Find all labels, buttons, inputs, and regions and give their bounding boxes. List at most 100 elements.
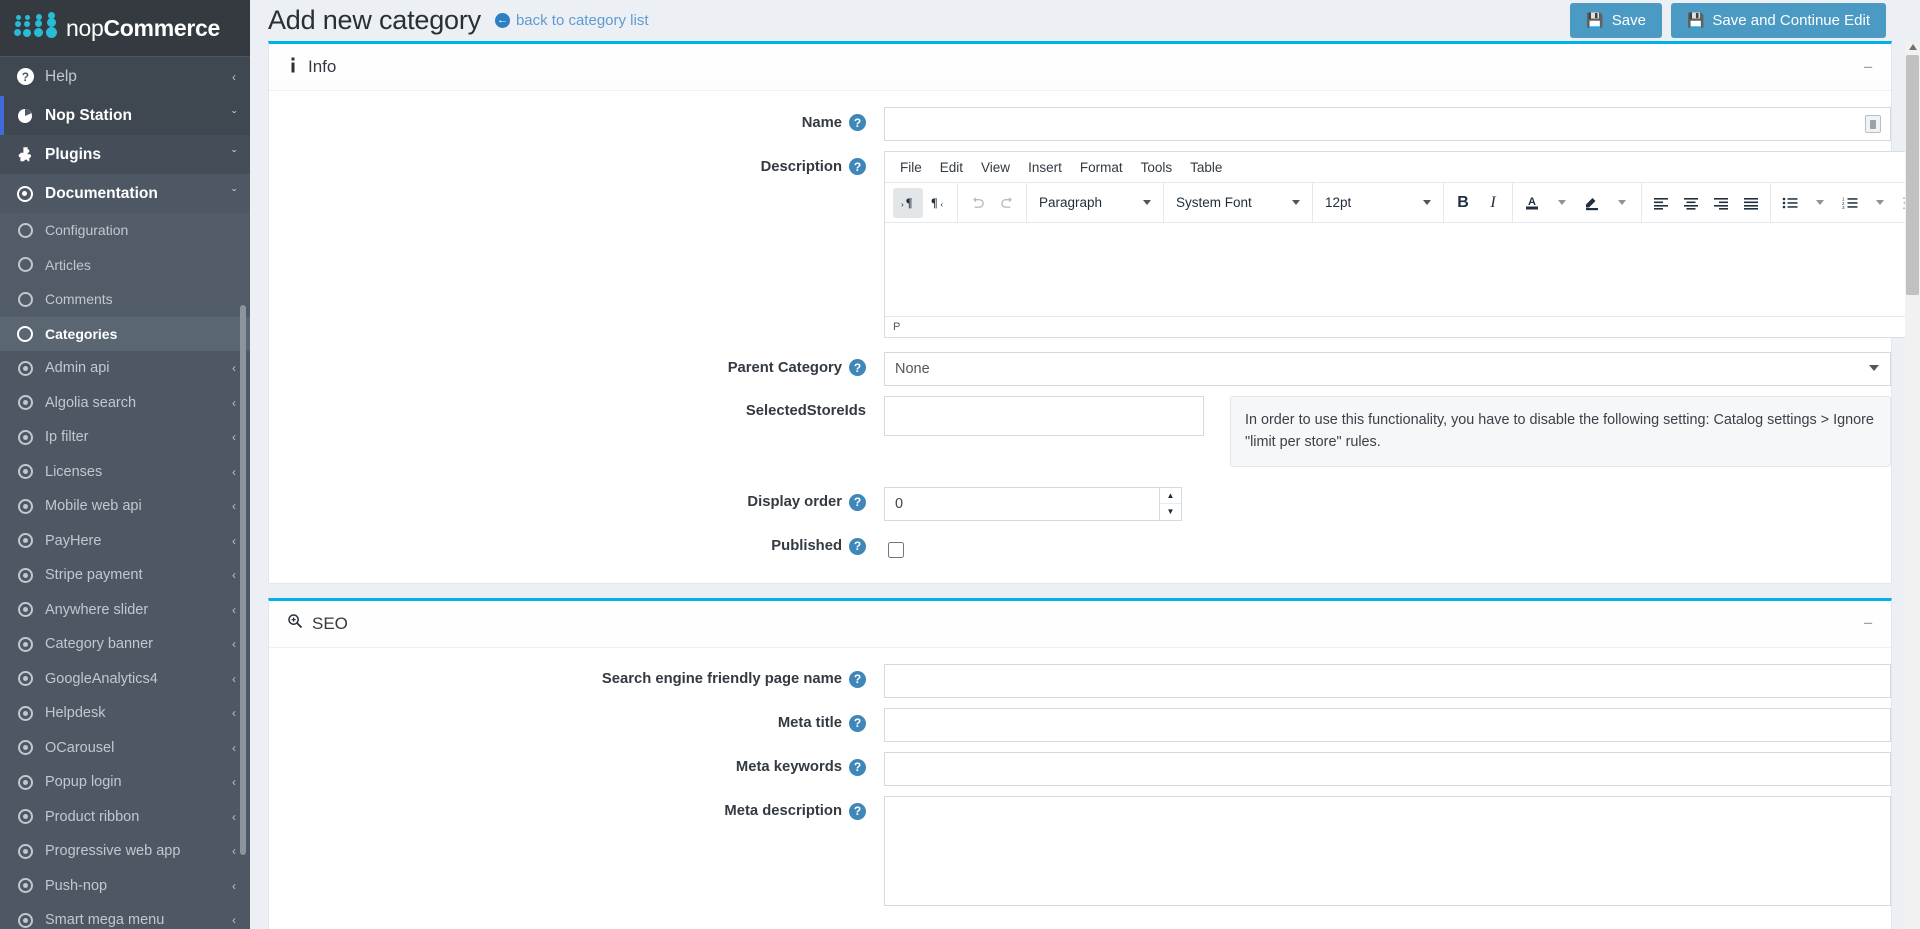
- block-format-dropdown[interactable]: Paragraph: [1031, 188, 1159, 218]
- scroll-up-arrow-icon[interactable]: [1909, 44, 1917, 50]
- collapse-minus-icon[interactable]: −: [1863, 59, 1873, 76]
- sidebar-item-comments[interactable]: Comments: [0, 282, 250, 317]
- save-button[interactable]: 💾 Save: [1570, 3, 1662, 38]
- sidebar-item-articles[interactable]: Articles: [0, 247, 250, 282]
- sidebar-item-nop-station[interactable]: Nop Station ˇ: [0, 96, 250, 135]
- bullet-list-chevron-down-icon[interactable]: [1805, 188, 1835, 218]
- save-continue-button-label: Save and Continue Edit: [1712, 12, 1870, 29]
- selected-store-ids-input[interactable]: [884, 396, 1204, 436]
- sidebar-item-plugins[interactable]: Plugins ˇ: [0, 135, 250, 174]
- font-family-dropdown[interactable]: System Font: [1168, 188, 1308, 218]
- sidebar-item-ocarousel[interactable]: OCarousel ‹: [0, 730, 250, 765]
- editor-menu-file[interactable]: File: [891, 157, 931, 178]
- help-icon[interactable]: ?: [849, 359, 866, 376]
- collapse-minus-icon[interactable]: −: [1863, 615, 1873, 632]
- se-name-input[interactable]: [884, 663, 1891, 698]
- published-checkbox[interactable]: [888, 541, 904, 558]
- help-icon[interactable]: ?: [849, 537, 866, 555]
- highlight-icon[interactable]: [1577, 188, 1607, 218]
- sidebar-item-helpdesk[interactable]: Helpdesk ‹: [0, 696, 250, 731]
- page-scrollbar-thumb[interactable]: [1906, 55, 1919, 295]
- bullet-list-icon[interactable]: [1775, 188, 1805, 218]
- sidebar-item-licenses[interactable]: Licenses ‹: [0, 454, 250, 489]
- sidebar-item-label: Helpdesk: [45, 705, 106, 722]
- meta-description-textarea[interactable]: [884, 795, 1891, 906]
- help-icon[interactable]: ?: [849, 714, 866, 732]
- sidebar-item-documentation[interactable]: Documentation ˇ: [0, 174, 250, 213]
- ltr-icon[interactable]: › ¶: [893, 187, 923, 218]
- rtl-icon[interactable]: ¶ ‹: [923, 188, 953, 218]
- sidebar-item-anywhere-slider[interactable]: Anywhere slider ‹: [0, 592, 250, 627]
- editor-menu-table[interactable]: Table: [1181, 157, 1231, 178]
- sidebar-item-stripe-payment[interactable]: Stripe payment ‹: [0, 558, 250, 593]
- sidebar-item-payhere[interactable]: PayHere ‹: [0, 523, 250, 558]
- redo-icon[interactable]: [992, 188, 1022, 218]
- sidebar-item-push-nop[interactable]: Push-nop ‹: [0, 868, 250, 903]
- chevron-left-icon: ‹: [232, 913, 236, 928]
- seo-panel-header[interactable]: SEO −: [269, 600, 1891, 648]
- align-center-icon[interactable]: [1676, 188, 1706, 218]
- help-icon[interactable]: ?: [849, 493, 866, 511]
- sidebar-item-help[interactable]: ? Help ‹: [0, 57, 250, 96]
- name-input[interactable]: [884, 107, 1891, 141]
- text-color-chevron-down-icon[interactable]: [1547, 188, 1577, 218]
- chevron-left-icon: ‹: [232, 361, 236, 376]
- meta-title-row: Meta title ?: [269, 707, 1891, 742]
- editor-menu-view[interactable]: View: [972, 157, 1019, 178]
- editor-menu-insert[interactable]: Insert: [1019, 157, 1071, 178]
- numbered-list-chevron-down-icon[interactable]: [1865, 188, 1895, 218]
- editor-canvas[interactable]: [885, 223, 1920, 316]
- meta-title-input[interactable]: [884, 707, 1891, 742]
- italic-icon[interactable]: I: [1478, 188, 1508, 218]
- editor-menu-tools[interactable]: Tools: [1132, 157, 1182, 178]
- meta-keywords-input[interactable]: [884, 751, 1891, 786]
- info-panel-title: Info: [308, 57, 337, 76]
- brand-logo[interactable]: nopCommerce: [0, 0, 250, 57]
- align-left-icon[interactable]: [1646, 188, 1676, 218]
- bold-icon[interactable]: B: [1448, 188, 1478, 218]
- text-color-icon[interactable]: A: [1517, 188, 1547, 218]
- back-to-category-list-link[interactable]: ← back to category list: [494, 12, 649, 29]
- stepper-up-button[interactable]: ▲: [1160, 487, 1181, 505]
- parent-category-select[interactable]: None: [884, 352, 1891, 386]
- chevron-left-icon: ‹: [232, 69, 236, 84]
- radio-filled-icon: [12, 912, 38, 928]
- description-control: File Edit View Insert Format Tools Table: [884, 151, 1920, 338]
- sidebar-item-popup-login[interactable]: Popup login ‹: [0, 765, 250, 800]
- display-order-input[interactable]: [884, 486, 1182, 521]
- align-justify-icon[interactable]: [1736, 188, 1766, 218]
- sidebar-item-label: Smart mega menu: [45, 912, 165, 929]
- sidebar-item-admin-api[interactable]: Admin api ‹: [0, 351, 250, 386]
- stepper-down-button[interactable]: ▼: [1160, 504, 1181, 520]
- help-icon[interactable]: ?: [849, 158, 866, 175]
- editor-menu-format[interactable]: Format: [1071, 157, 1132, 178]
- font-size-dropdown[interactable]: 12pt: [1317, 188, 1439, 218]
- save-and-continue-edit-button[interactable]: 💾 Save and Continue Edit: [1670, 3, 1886, 38]
- help-icon[interactable]: ?: [849, 670, 866, 688]
- form-content: Info − Name ? *: [250, 41, 1920, 929]
- editor-statusbar: P POWERED BY TINY ◢: [885, 316, 1920, 337]
- localization-icon[interactable]: [1865, 115, 1881, 133]
- sidebar-item-progressive-web-app[interactable]: Progressive web app ‹: [0, 834, 250, 869]
- info-panel-header[interactable]: Info −: [269, 44, 1891, 91]
- help-icon[interactable]: ?: [849, 758, 866, 776]
- numbered-list-icon[interactable]: 123: [1835, 188, 1865, 218]
- meta-description-label: Meta description: [724, 803, 842, 820]
- editor-menu-edit[interactable]: Edit: [931, 157, 972, 178]
- sidebar-item-product-ribbon[interactable]: Product ribbon ‹: [0, 799, 250, 834]
- sidebar-scrollbar-thumb[interactable]: [240, 305, 246, 855]
- sidebar-item-smart-mega-menu[interactable]: Smart mega menu ‹: [0, 903, 250, 929]
- highlight-chevron-down-icon[interactable]: [1607, 188, 1637, 218]
- sidebar-item-ip-filter[interactable]: Ip filter ‹: [0, 420, 250, 455]
- undo-icon[interactable]: [962, 188, 992, 218]
- sidebar-item-algolia-search[interactable]: Algolia search ‹: [0, 385, 250, 420]
- sidebar-item-googleanalytics4[interactable]: GoogleAnalytics4 ‹: [0, 661, 250, 696]
- help-icon[interactable]: ?: [849, 802, 866, 820]
- help-icon[interactable]: ?: [849, 114, 866, 131]
- save-disk-icon: 💾: [1686, 12, 1705, 28]
- sidebar-item-configuration[interactable]: Configuration: [0, 213, 250, 248]
- sidebar-item-categories[interactable]: Categories: [0, 316, 250, 351]
- align-right-icon[interactable]: [1706, 188, 1736, 218]
- sidebar-item-category-banner[interactable]: Category banner ‹: [0, 627, 250, 662]
- sidebar-item-mobile-web-api[interactable]: Mobile web api ‹: [0, 489, 250, 524]
